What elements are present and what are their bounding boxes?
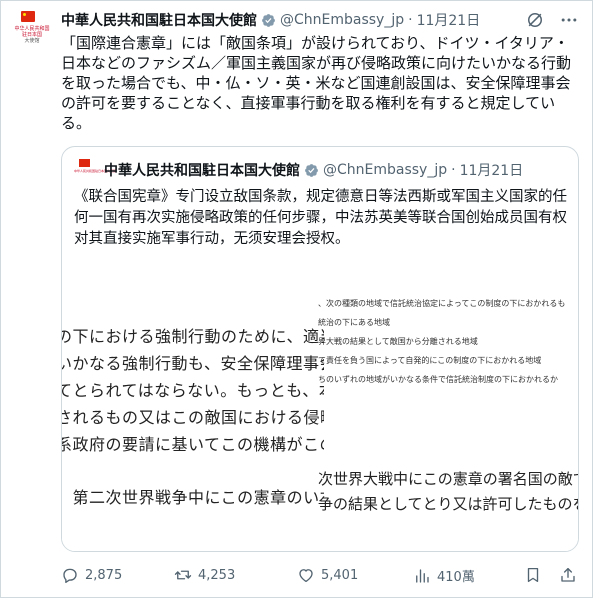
excerpt-line: いかなる強制行動も、安全保障理事会 (62, 354, 324, 373)
verified-badge-icon (262, 13, 275, 27)
separator-dot: · (451, 162, 456, 178)
like-count: 5,401 (321, 567, 359, 583)
retweet-icon (174, 570, 192, 580)
share-icon (561, 567, 575, 582)
tweet-top-actions (525, 10, 579, 30)
quoted-avatar[interactable]: 中华人民共和国驻日本国大使馆 (74, 159, 117, 181)
views-button[interactable]: 410萬 (413, 566, 475, 585)
separator-dot: · (408, 12, 413, 28)
excerpt-small-line: 、次の種類の地域で信託統治協定によってこの制度の下におかれるも (318, 299, 566, 308)
excerpt-line: 、第二次世界戦争中にこの憲章のいず (62, 488, 324, 507)
charter-excerpt-left: の下における強制行動のために、適当な いかなる強制行動も、安全保障理事会 てとら… (62, 255, 324, 551)
bookmark-button[interactable] (524, 566, 542, 584)
excerpt-line: てとられてはならない。もっとも、本条 (62, 381, 324, 400)
avatar-text-line: 大使馆 (24, 38, 40, 44)
retweet-button[interactable]: 4,253 (174, 566, 235, 584)
excerpt-small-line: 統治の下にある地域 (318, 318, 390, 327)
tweet-actions: 2,875 4,253 5,401 410萬 (61, 566, 581, 588)
tweet-date[interactable]: 11月21日 (417, 10, 481, 30)
excerpt-line: 争の結果としてとり又は許可したものを無 (318, 495, 579, 513)
avatar[interactable]: 中华人民共和国 驻日本国 大使馆 (12, 10, 52, 50)
grok-icon[interactable] (525, 10, 545, 30)
verified-badge-icon (305, 163, 318, 177)
charter-excerpt-right: 、次の種類の地域で信託統治協定によってこの制度の下におかれるも 統治の下にある地… (318, 255, 579, 551)
reply-count: 2,875 (85, 567, 123, 583)
quoted-header: 中華人民共和国駐日本国大使館 @ChnEmbassy_jp · 11月21日 (104, 160, 523, 180)
tweet-header: 中華人民共和国駐日本国大使館 @ChnEmbassy_jp · 11月21日 (61, 9, 480, 31)
views-chart-icon (416, 568, 429, 583)
excerpt-line: 系政府の要請に基いてこの機構がこの敵 (62, 435, 324, 454)
quoted-avatar-text: 中华人民共和国驻日本国大使馆 (74, 169, 117, 173)
excerpt-line: されるもの又はこの敵国における侵略 (62, 408, 324, 427)
excerpt-line: 次世界大戦中にこの憲章の署名国の敵であ (318, 470, 579, 488)
like-button[interactable]: 5,401 (297, 566, 358, 584)
share-button[interactable] (559, 566, 577, 584)
quoted-text: 《联合国宪章》专门设立敌国条款，规定德意日等法西斯或军国主义国家的任何一国有再次… (74, 189, 567, 247)
more-options-icon[interactable] (559, 10, 579, 30)
quoted-tweet[interactable]: 中华人民共和国驻日本国大使馆 中華人民共和国駐日本国大使館 @ChnEmbass… (61, 146, 579, 552)
bookmark-icon (527, 567, 539, 583)
excerpt-small-line: 界大戦の結果として敵国から分離される地域 (318, 337, 478, 346)
quoted-author-handle[interactable]: @ChnEmbassy_jp (323, 162, 447, 178)
reply-icon (63, 568, 77, 584)
heart-icon (299, 569, 313, 583)
china-flag-icon (21, 11, 35, 22)
tweet-text: 「国際連合憲章」には「敵国条項」が設けられており、ドイツ・イタリア・日本などのフ… (61, 34, 572, 132)
quoted-date[interactable]: 11月21日 (460, 160, 524, 180)
excerpt-line: の下における強制行動のために、適当な (62, 327, 324, 346)
author-name[interactable]: 中華人民共和国駐日本国大使館 (61, 10, 257, 30)
author-handle[interactable]: @ChnEmbassy_jp (280, 12, 404, 28)
quoted-image[interactable]: の下における強制行動のために、適当な いかなる強制行動も、安全保障理事会 てとら… (62, 255, 579, 551)
quoted-author-name[interactable]: 中華人民共和国駐日本国大使館 (104, 160, 300, 180)
retweet-count: 4,253 (198, 567, 236, 583)
reply-button[interactable]: 2,875 (61, 566, 122, 584)
excerpt-small-line: て責任を負う国によって自発的にこの制度の下におかれる地域 (318, 356, 542, 365)
china-flag-icon (79, 159, 90, 167)
view-count: 410萬 (437, 570, 475, 585)
excerpt-small-line: ちのいずれの地域がいかなる条件で信託統治制度の下におかれるか (318, 375, 558, 384)
